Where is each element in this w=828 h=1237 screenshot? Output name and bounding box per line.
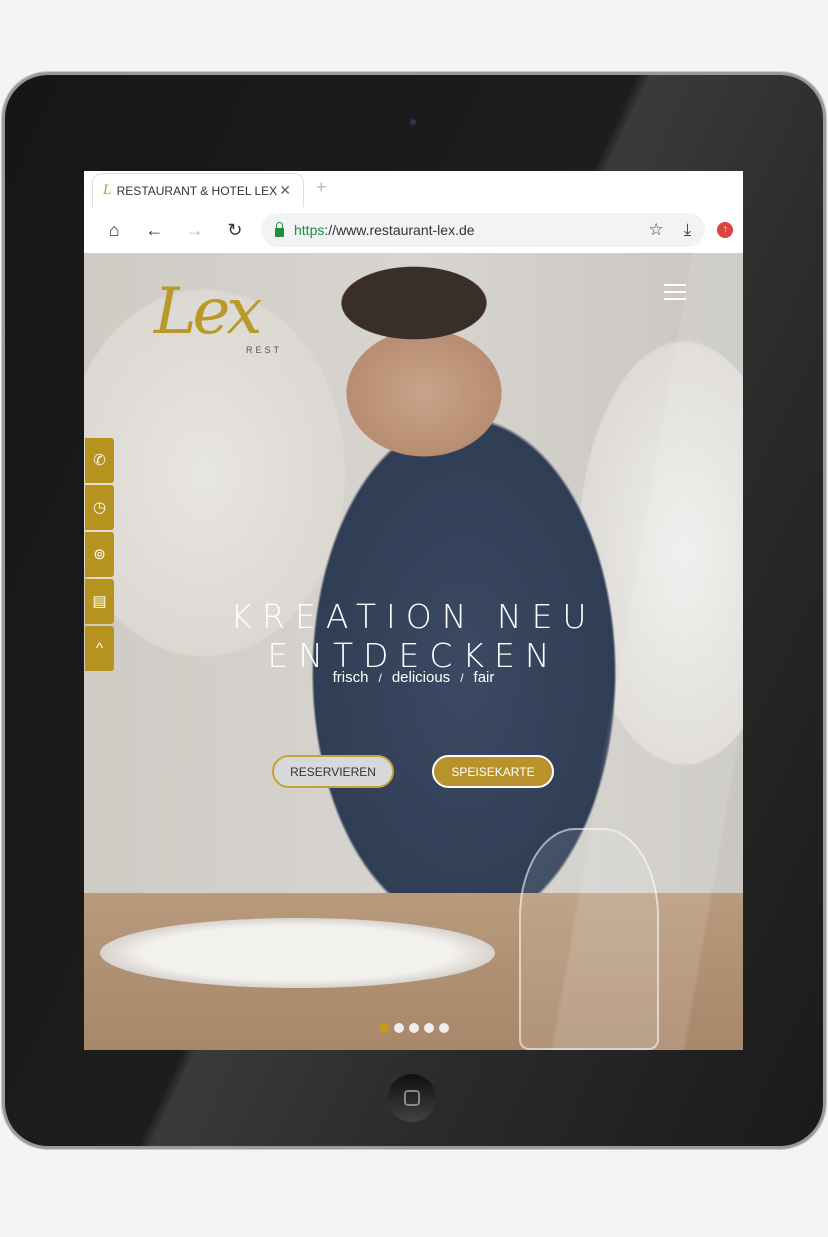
slide-dot-3[interactable] [409,1023,419,1033]
favicon-icon: L [103,183,112,198]
extension-icon[interactable]: ↑ [717,222,733,238]
reserve-button[interactable]: RESERVIEREN [272,755,394,788]
slide-dot-5[interactable] [439,1023,449,1033]
clock-icon[interactable]: ◷ [85,485,114,530]
hero-tagline: frisch / delicious / fair [84,669,743,686]
site-logo[interactable]: Lex REST [154,275,279,355]
slide-dot-4[interactable] [424,1023,434,1033]
menu-icon[interactable] [664,284,686,305]
new-tab-icon[interactable]: + [316,177,327,198]
reload-icon[interactable]: ↻ [215,220,255,241]
plate-image [100,918,495,988]
browser-screen: L RESTAURANT & HOTEL LEX ✕ + ⌂ ← → ↻ htt… [84,171,743,1050]
home-button[interactable] [388,1074,436,1122]
url-scheme: https [294,222,325,238]
tagline-separator: / [460,671,464,685]
tab-title: RESTAURANT & HOTEL LEX [116,183,278,198]
slider-dots [379,1023,449,1033]
back-icon[interactable]: ← [134,220,174,241]
address-bar[interactable]: https://www.restaurant-lex.de ☆ ⤓ [261,213,706,247]
forward-icon[interactable]: → [175,220,215,241]
star-icon[interactable]: ☆ [649,220,664,240]
tagline-separator: / [378,671,382,685]
browser-tab[interactable]: L RESTAURANT & HOTEL LEX ✕ [92,173,304,207]
hero-headline: KREATION NEU ENTDECKEN [230,597,597,675]
url-rest: ://www.restaurant-lex.de [324,222,475,238]
lock-icon [275,221,284,237]
home-icon[interactable]: ⌂ [94,220,134,241]
slide-dot-2[interactable] [394,1023,404,1033]
tab-bar: L RESTAURANT & HOTEL LEX ✕ + [84,171,743,207]
tagline-word: delicious [391,669,451,686]
tagline-word: fair [473,669,495,686]
camera [410,119,416,125]
hero-slider: Lex REST ✆ ◷ ⊚ ▤ ^ KREATION NEU ENTDECKEN… [84,253,743,1050]
slide-dot-1[interactable] [379,1023,389,1033]
menu-button[interactable]: SPEISEKARTE [432,755,554,788]
phone-icon[interactable]: ✆ [85,438,114,483]
download-icon[interactable]: ⤓ [684,220,692,240]
dining-icon[interactable]: ⊚ [85,532,114,577]
close-tab-icon[interactable]: ✕ [279,182,291,199]
tagline-word: frisch [332,669,369,686]
browser-toolbar: ⌂ ← → ↻ https://www.restaurant-lex.de ☆ ⤓… [84,207,743,253]
